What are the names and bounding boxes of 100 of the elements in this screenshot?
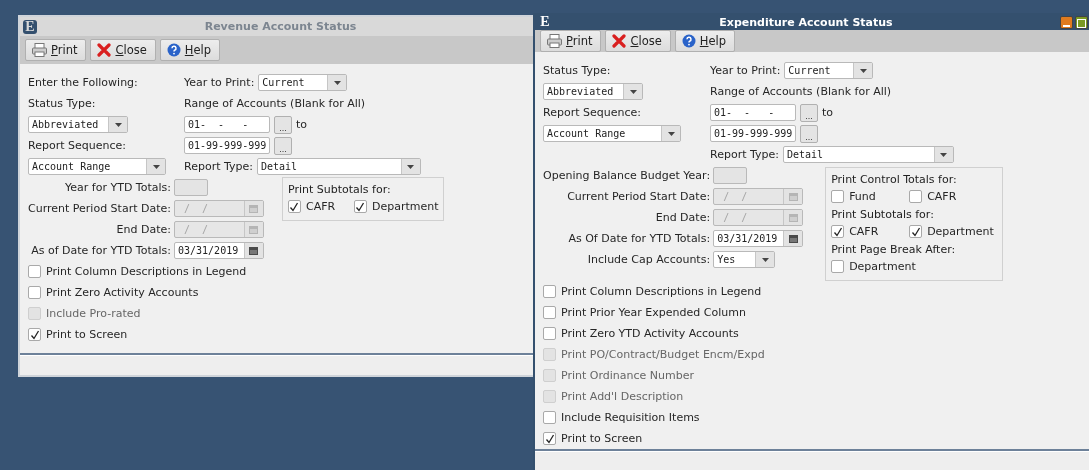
account-field[interactable]: 01-99-999-999 [710,125,796,142]
app-icon: E [23,19,37,34]
checkbox[interactable] [28,265,41,278]
browse-button[interactable]: ... [274,115,292,134]
checkbox[interactable] [543,411,556,424]
field-label: End Date: [115,223,171,236]
checkbox-label: CAFR [927,190,957,203]
field-label: Range of Accounts (Blank for All) [710,85,892,98]
checkbox-label: Print Column Descriptions in Legend [561,285,762,298]
checkbox[interactable] [28,328,41,341]
date-field[interactable]: 03/31/2019 [713,230,804,247]
field-label: As of Date for YTD Totals: [30,244,171,257]
group-heading: Print Control Totals for: [831,171,958,187]
minimize-button[interactable] [1060,15,1073,29]
check-icon [289,201,300,212]
field-label: to [296,118,308,131]
dropdown[interactable]: Account Range [543,125,681,142]
account-field[interactable]: 01- - - [710,104,796,121]
browse-button[interactable]: ... [800,103,818,122]
toolbar-button[interactable]: Help [674,29,736,52]
check-icon [544,433,555,444]
dropdown[interactable]: Yes [713,251,776,268]
toolbar-button[interactable]: Help [159,39,221,61]
checkbox-label: Department [372,200,439,213]
close-icon [97,43,112,57]
checkbox-label: Department [927,225,994,238]
close-icon [612,33,627,48]
checkbox[interactable] [543,432,556,445]
caret-icon [333,80,341,85]
checkbox[interactable] [543,306,556,319]
field-label: to [822,106,834,119]
dropdown[interactable]: Abbreviated [28,116,128,133]
field-label: Current Period Start Date: [566,190,711,203]
field-label: Include Cap Accounts: [586,253,711,266]
check-icon [355,201,366,212]
dropdown[interactable]: Abbreviated [543,83,643,100]
checkbox-label: Include Pro-rated [46,307,141,320]
caret-icon [859,68,867,73]
group-heading: Print Page Break After: [831,241,957,257]
browse-button[interactable]: ... [274,136,292,155]
check-icon [832,226,843,237]
checkbox-label: Fund [849,190,876,203]
window-title: Expenditure Account Status [718,15,894,29]
checkbox-label: Print Zero YTD Activity Accounts [561,327,739,340]
calendar-icon [249,246,259,255]
calendar-icon [788,213,798,222]
printer-icon [32,43,47,57]
checkbox-label: Print Prior Year Expended Column [561,306,746,319]
date-field[interactable]: 03/31/2019 [174,242,264,259]
toolbar-button[interactable]: Close [90,39,156,61]
checkbox[interactable] [288,200,301,213]
field-label: End Date: [654,211,711,224]
field-label: As Of Date for YTD Totals: [567,232,711,245]
checkbox-label: Print to Screen [46,328,128,341]
dropdown[interactable]: Current [258,74,348,91]
toolbar-button[interactable]: Close [605,29,671,52]
checkbox-label: Print PO/Contract/Budget Encm/Expd [561,348,765,361]
dropdown[interactable]: Account Range [28,158,166,175]
checkbox[interactable] [28,286,41,299]
field-label: Year to Print: [710,64,781,77]
checkbox[interactable] [831,260,845,273]
check-icon [29,329,40,340]
caret-icon [667,131,675,136]
checkbox-label: Print Zero Activity Accounts [46,286,199,299]
caret-icon [940,152,948,157]
group-heading: Print Subtotals for: [288,181,392,197]
maximize-button[interactable] [1075,15,1088,29]
checkbox-label: Print Ordinance Number [561,369,694,382]
checkbox[interactable] [909,190,923,203]
dropdown[interactable]: Detail [256,158,421,175]
checkbox[interactable] [543,285,556,298]
maximize-icon [1077,18,1086,28]
account-field[interactable]: 01- - - [184,116,270,133]
calendar-icon [788,234,798,243]
field-label: Report Sequence: [28,139,126,152]
section-label: Enter the Following: [28,76,138,89]
window-title: Revenue Account Status [203,20,358,33]
group-heading: Print Subtotals for: [831,206,935,222]
caret-icon [152,164,160,169]
checkbox[interactable] [831,225,845,238]
dropdown[interactable]: Detail [782,146,954,163]
checkbox[interactable] [909,225,923,238]
checkbox-label: CAFR [306,200,336,213]
checkbox[interactable] [831,190,845,203]
help-icon [166,43,181,57]
calendar-icon [249,204,259,213]
browse-button[interactable]: ... [800,124,818,143]
toolbar-button[interactable]: Print [25,39,87,61]
account-field[interactable]: 01-99-999-999 [184,137,270,154]
printer-icon [547,33,562,48]
dropdown[interactable]: Current [784,62,874,79]
field-label: Report Sequence: [543,106,641,119]
checkbox-label: Include Requisition Items [561,411,700,424]
field-label: Year to Print: [184,76,255,89]
caret-icon [407,164,415,169]
help-icon [681,33,696,48]
checkbox[interactable] [354,200,367,213]
field-label: Year for YTD Totals: [64,181,171,194]
checkbox[interactable] [543,327,556,340]
toolbar-button[interactable]: Print [540,29,602,52]
